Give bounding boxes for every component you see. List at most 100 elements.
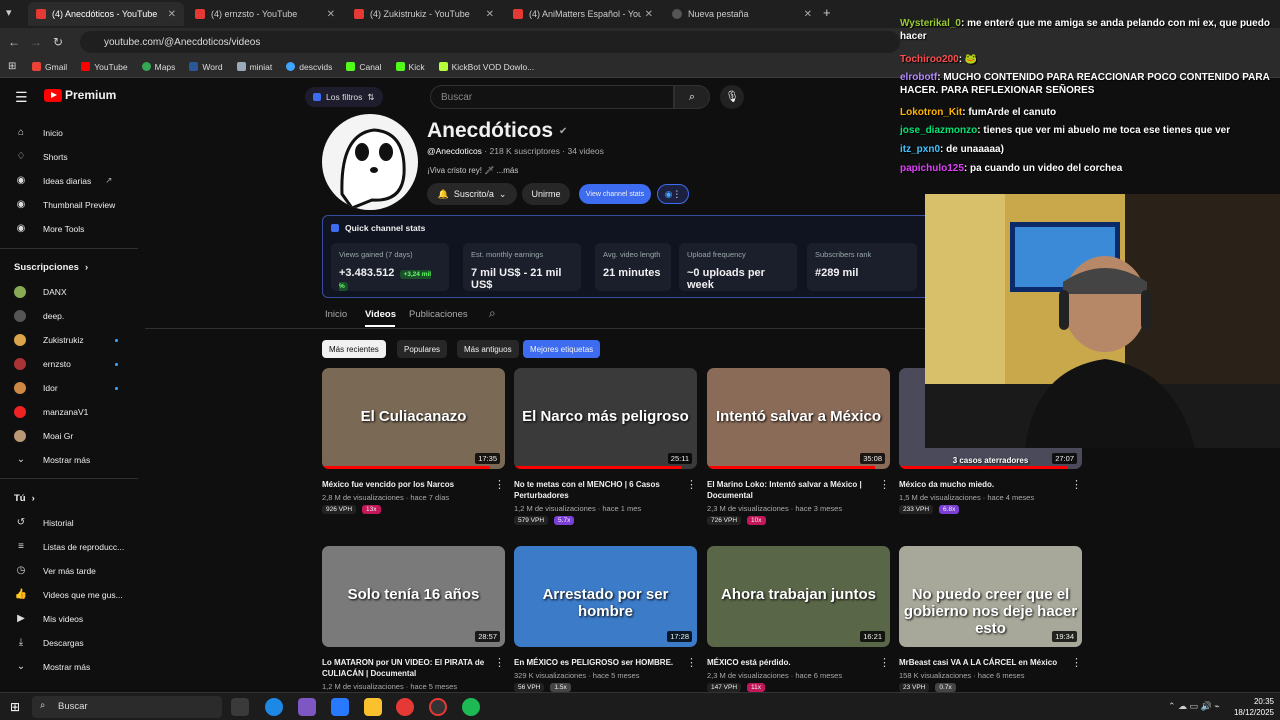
chip-mas-antiguos[interactable]: Más antiguos [457, 340, 519, 358]
video-kebab-menu-icon[interactable]: ⋮ [494, 478, 505, 491]
sidebar-sub-danx[interactable]: DANX [14, 286, 67, 298]
sidebar-item-thumbnail-preview[interactable]: ◉ Thumbnail Preview [14, 199, 116, 210]
tray-icons[interactable]: ⌃ ☁ ▭ 🔊 ⌁ [1168, 701, 1220, 712]
forward-arrow-icon[interactable]: → [25, 35, 47, 49]
tab-anecdoticos[interactable]: (4) Anecdóticos - YouTube ✕ [28, 2, 184, 26]
voice-search-mic-icon[interactable]: 🎙 [720, 85, 744, 109]
bookmark-maps[interactable]: Maps [141, 62, 175, 72]
tab-videos[interactable]: Videos [365, 309, 396, 320]
file-explorer-icon[interactable] [364, 698, 382, 716]
chrome-icon[interactable] [396, 698, 414, 716]
reload-icon[interactable]: ↻ [47, 35, 69, 49]
store-icon[interactable] [331, 698, 349, 716]
bookmark-word[interactable]: Word [189, 62, 223, 72]
sidebar-item-inicio[interactable]: ⌂ Inicio [14, 127, 63, 138]
copilot-icon[interactable] [298, 698, 316, 716]
video-title[interactable]: México fue vencido por los Narcos [322, 479, 505, 490]
video-card[interactable]: Solo tenía 16 años 28:57 Lo MATARON por UN… [322, 546, 505, 694]
tab-search-icon[interactable]: ▾ [6, 6, 12, 19]
obs-icon[interactable] [429, 698, 447, 716]
video-kebab-menu-icon[interactable]: ⋮ [686, 478, 697, 491]
bookmark-gmail[interactable]: Gmail [32, 62, 67, 72]
sidebar-item-downloads[interactable]: ⤓ Descargas [14, 637, 84, 648]
menu-hamburger-icon[interactable]: ☰ [15, 89, 28, 106]
edge-browser-icon[interactable] [265, 698, 283, 716]
apps-grid-icon[interactable]: ⊞ [8, 61, 22, 72]
video-title[interactable]: MrBeast casi VA A LA CÁRCEL en México [899, 657, 1082, 668]
close-icon[interactable]: ✕ [645, 9, 653, 20]
bookmark-descvids[interactable]: descvids [286, 62, 332, 72]
filters-button[interactable]: Los filtros ⇅ [305, 87, 383, 107]
bookmark-kickbot[interactable]: KickBot VOD Dowlo... [438, 62, 534, 72]
you-heading[interactable]: Tú › [14, 493, 35, 504]
close-icon[interactable]: ✕ [327, 9, 335, 20]
windows-start-icon[interactable]: ⊞ [10, 700, 20, 714]
view-channel-stats-button[interactable]: View channel stats [579, 184, 651, 204]
search-input[interactable]: Buscar [430, 85, 674, 109]
sidebar-sub-zukistrukiz[interactable]: Zukistrukiz [14, 334, 84, 346]
sidebar-sub-moai-gr[interactable]: Moai Gr [14, 430, 73, 442]
back-arrow-icon[interactable]: ← [3, 35, 25, 49]
spotify-icon[interactable] [462, 698, 480, 716]
join-button[interactable]: Unirme [522, 183, 570, 205]
sidebar-item-liked-videos[interactable]: 👍 Videos que me gus... [14, 589, 123, 600]
video-kebab-menu-icon[interactable]: ⋮ [1071, 478, 1082, 491]
video-title[interactable]: El Marino Loko: Intentó salvar a México … [707, 479, 890, 501]
video-thumbnail[interactable]: Solo tenía 16 años 28:57 [322, 546, 505, 647]
video-thumbnail[interactable]: Ahora trabajan juntos 16:21 [707, 546, 890, 647]
taskbar-clock[interactable]: 20:35 18/12/2025 [1230, 696, 1274, 718]
video-card[interactable]: No puedo creer que el gobierno nos deje … [899, 546, 1082, 692]
chip-mas-recientes[interactable]: Más recientes [322, 340, 386, 358]
video-thumbnail[interactable]: Intentó salvar a México 35:08 [707, 368, 890, 469]
video-title[interactable]: No te metas con el MENCHO | 6 Casos Pert… [514, 479, 697, 501]
channel-description[interactable]: ¡Viva cristo rey! 🗡 ...más [427, 166, 518, 175]
sidebar-show-more-you[interactable]: ⌄ Mostrar más [14, 661, 90, 672]
sidebar-sub-idor[interactable]: Idor [14, 382, 58, 394]
chip-populares[interactable]: Populares [397, 340, 448, 358]
video-thumbnail[interactable]: No puedo creer que el gobierno nos deje … [899, 546, 1082, 647]
video-kebab-menu-icon[interactable]: ⋮ [686, 656, 697, 669]
taskbar-search-box[interactable]: ⌕ Buscar [32, 696, 222, 718]
video-card[interactable]: El Narco más peligroso 25:11 No te metas c… [514, 368, 697, 525]
tab-zukistrukiz[interactable]: (4) Zukistrukiz - YouTube ✕ [346, 2, 502, 26]
sidebar-sub-ernzsto[interactable]: ernzsto [14, 358, 71, 370]
channel-avatar[interactable] [322, 114, 418, 210]
chip-mejores-etiquetas[interactable]: Mejores etiquetas [523, 340, 601, 358]
tab-animatters[interactable]: (4) AniMatters Español - YouTu✕ [505, 2, 661, 26]
sidebar-sub-deep[interactable]: deep. [14, 310, 64, 322]
video-kebab-menu-icon[interactable]: ⋮ [494, 656, 505, 669]
tab-ernzsto[interactable]: (4) ernzsto - YouTube ✕ [187, 2, 343, 26]
youtube-premium-logo[interactable]: Premium [44, 88, 116, 102]
bookmark-kick[interactable]: Kick [395, 62, 425, 72]
channel-search-icon[interactable]: ⌕ [489, 306, 496, 321]
close-icon[interactable]: ✕ [168, 9, 176, 20]
url-field[interactable]: youtube.com/@Anecdoticos/videos [80, 31, 900, 53]
subscribed-button[interactable]: 🔔 Suscrito/a ⌄ [427, 183, 517, 205]
video-title[interactable]: En MÉXICO es PELIGROSO ser HOMBRE. [514, 657, 697, 668]
sidebar-item-historial[interactable]: ↺ Historial [14, 517, 74, 528]
close-icon[interactable]: ✕ [804, 9, 812, 20]
video-card[interactable]: Intentó salvar a México 35:08 El Marino Lo… [707, 368, 890, 525]
search-button[interactable]: ⌕ [674, 85, 710, 109]
video-kebab-menu-icon[interactable]: ⋮ [879, 478, 890, 491]
tab-publicaciones[interactable]: Publicaciones [409, 309, 468, 320]
tab-new-tab[interactable]: Nueva pestaña ✕ [664, 2, 820, 26]
bookmark-canal[interactable]: Canal [346, 62, 382, 72]
video-thumbnail[interactable]: El Narco más peligroso 25:11 [514, 368, 697, 469]
video-kebab-menu-icon[interactable]: ⋮ [879, 656, 890, 669]
sidebar-show-more-subs[interactable]: ⌄ Mostrar más [14, 454, 90, 465]
sidebar-item-watch-later[interactable]: ◷ Ver más tarde [14, 565, 96, 576]
extension-menu-button[interactable]: ◉ ⋮ [657, 184, 689, 204]
video-title[interactable]: México da mucho miedo. [899, 479, 1082, 490]
close-icon[interactable]: ✕ [486, 9, 494, 20]
video-card[interactable]: Arrestado por ser hombre 17:28 En MÉXICO e… [514, 546, 697, 692]
video-card[interactable]: El Culiacanazo 17:35 México fue vencido po… [322, 368, 505, 514]
video-card[interactable]: Ahora trabajan juntos 16:21 MÉXICO está pé… [707, 546, 890, 692]
video-title[interactable]: MÉXICO está pérdido. [707, 657, 890, 668]
video-thumbnail[interactable]: El Culiacanazo 17:35 [322, 368, 505, 469]
task-view-icon[interactable] [231, 698, 249, 716]
video-kebab-menu-icon[interactable]: ⋮ [1071, 656, 1082, 669]
video-thumbnail[interactable]: Arrestado por ser hombre 17:28 [514, 546, 697, 647]
bookmark-miniat[interactable]: miniat [236, 62, 272, 72]
sidebar-item-playlists[interactable]: ≡ Listas de reproducc... [14, 541, 124, 552]
